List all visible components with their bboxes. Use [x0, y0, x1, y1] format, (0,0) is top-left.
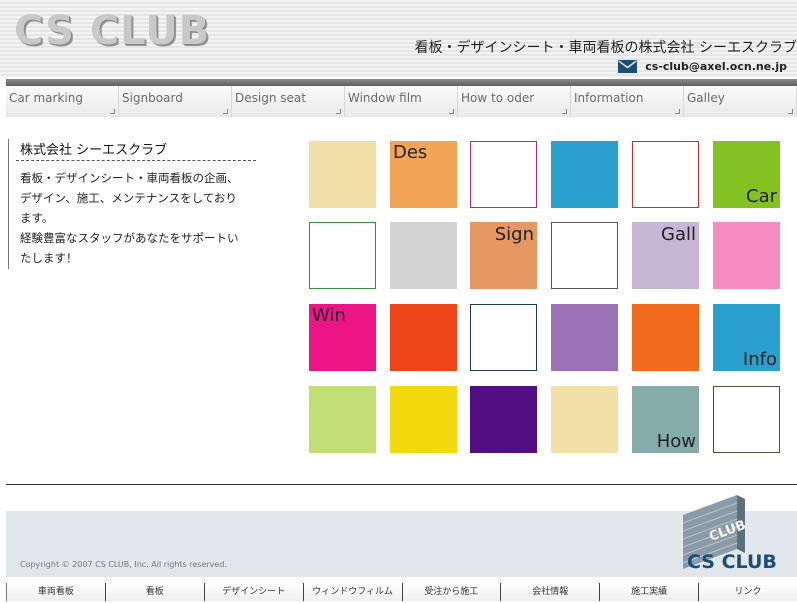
color-tile[interactable] [390, 304, 457, 371]
tile-label: Gall [661, 224, 696, 245]
intro-title: 株式会社 シーエスクラブ [20, 143, 168, 158]
footer-logo-text: CS CLUB [687, 551, 777, 573]
nav-item-label: How to oder [461, 91, 535, 105]
footer-nav-item[interactable]: 施工実績 [599, 583, 699, 601]
intro-text-line: 看板・デザインシート・車両看板の企画、 [20, 171, 239, 185]
tile-how[interactable]: How [632, 386, 699, 453]
nav-item-label: Window film [348, 91, 422, 105]
nav-item-label: Information [574, 91, 644, 105]
corner-arrow-icon [223, 109, 228, 114]
corner-arrow-icon [788, 109, 793, 114]
tile-car[interactable]: Car [713, 141, 780, 208]
nav-item-car-marking[interactable]: Car marking [6, 86, 119, 117]
footer-nav-item[interactable]: 看板 [104, 583, 204, 601]
footer-nav-item[interactable]: 会社情報 [500, 583, 600, 601]
footer-nav-item[interactable]: 車両看板 [6, 583, 105, 601]
nav-item-label: Signboard [122, 91, 183, 105]
footer-nav-item[interactable]: リンク [698, 583, 797, 601]
color-tile[interactable] [470, 386, 537, 453]
color-tile[interactable] [551, 304, 618, 371]
tile-label: Des [393, 142, 428, 163]
tile-label: Sign [494, 224, 534, 245]
nav-item-information[interactable]: Information [571, 86, 684, 117]
tile-sign[interactable]: Sign [470, 222, 537, 289]
footer-nav: 車両看板 看板 デザインシート ウィンドウフィルム 受注から施工 会社情報 施工実績 リンク [6, 583, 797, 603]
header: CS CLUB 看板・デザインシート・車両看板の株式会社 シーエスクラブ cs-… [0, 0, 797, 78]
tile-des[interactable]: Des [390, 141, 457, 208]
tile-win[interactable]: Win [309, 304, 376, 371]
corner-arrow-icon [449, 109, 454, 114]
color-tile[interactable] [632, 304, 699, 371]
footer-divider [6, 484, 797, 485]
corner-arrow-icon [110, 109, 115, 114]
intro-text-line: 経験豊富なスタッフがあなたをサポートい [20, 231, 239, 245]
tile-label: Info [742, 349, 777, 370]
intro-text-line: たします！ [20, 251, 78, 265]
corner-arrow-icon [562, 109, 567, 114]
color-tile[interactable] [551, 386, 618, 453]
intro-text-line: デザイン、施工、メンテナンスをしており [20, 191, 237, 205]
email-row[interactable]: cs-club@axel.ocn.ne.jp [618, 58, 787, 74]
color-tile[interactable] [551, 141, 618, 208]
color-tile[interactable] [390, 222, 457, 289]
nav-item-label: Design seat [235, 91, 306, 105]
corner-arrow-icon [336, 109, 341, 114]
nav-item-how-to-oder[interactable]: How to oder [458, 86, 571, 117]
footer: Copyright © 2007 CS CLUB, Inc. All right… [6, 495, 797, 577]
color-tile[interactable] [551, 222, 618, 289]
tile-label: How [656, 431, 696, 452]
color-tile[interactable] [632, 141, 699, 208]
footer-nav-item[interactable]: ウィンドウフィルム [302, 583, 402, 601]
footer-logo: CLUB CS CLUB [682, 495, 777, 573]
color-tile[interactable] [713, 386, 780, 453]
intro-divider [16, 160, 256, 161]
intro-box: 株式会社 シーエスクラブ 看板・デザインシート・車両看板の企画、 デザイン、施工、… [8, 139, 259, 269]
tile-label: Win [312, 305, 346, 326]
footer-nav-item[interactable]: デザインシート [203, 583, 303, 601]
tile-gall[interactable]: Gall [632, 222, 699, 289]
color-tile[interactable] [470, 304, 537, 371]
color-tile[interactable] [713, 222, 780, 289]
copyright-text: Copyright © 2007 CS CLUB, Inc. All right… [20, 560, 227, 569]
email-link[interactable]: cs-club@axel.ocn.ne.jp [645, 60, 787, 73]
footer-nav-item[interactable]: 受注から施工 [401, 583, 501, 601]
color-tile[interactable] [309, 222, 376, 289]
color-tile[interactable] [470, 141, 537, 208]
main-nav: Car marking Signboard Design seat Window fi… [6, 86, 797, 117]
intro-text-line: ます。 [20, 211, 54, 225]
nav-item-galley[interactable]: Galley [684, 86, 797, 117]
site-logo[interactable]: CS CLUB [14, 8, 210, 54]
nav-item-label: Car marking [9, 91, 83, 105]
tile-info[interactable]: Info [713, 304, 780, 371]
nav-item-label: Galley [687, 91, 725, 105]
color-tile[interactable] [390, 386, 457, 453]
nav-item-design-seat[interactable]: Design seat [232, 86, 345, 117]
color-tile[interactable] [309, 386, 376, 453]
nav-item-signboard[interactable]: Signboard [119, 86, 232, 117]
header-tagline: 看板・デザインシート・車両看板の株式会社 シーエスクラブ [414, 40, 797, 56]
envelope-icon [618, 59, 638, 73]
color-tile[interactable] [309, 141, 376, 208]
tile-label: Car [746, 186, 777, 207]
nav-divider [6, 79, 797, 86]
page: CS CLUB 看板・デザインシート・車両看板の株式会社 シーエスクラブ cs-… [0, 0, 797, 603]
intro-text: 看板・デザインシート・車両看板の企画、 デザイン、施工、メンテナンスをしており ます… [20, 168, 256, 268]
corner-arrow-icon [675, 109, 680, 114]
nav-item-window-film[interactable]: Window film [345, 86, 458, 117]
